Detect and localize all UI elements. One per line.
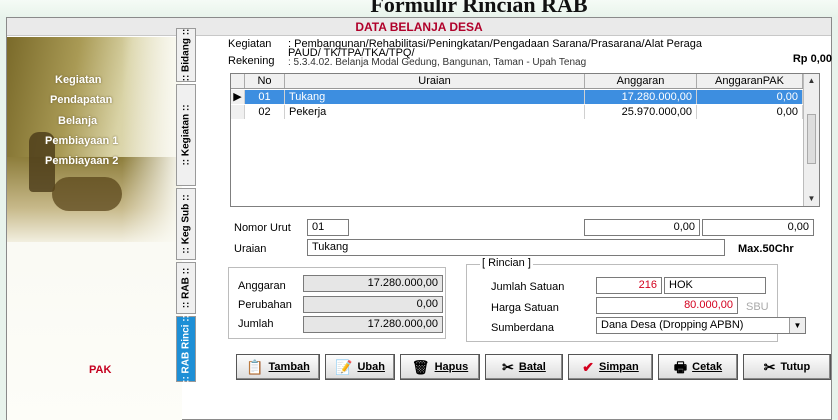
printer-icon: 🖶: [673, 359, 688, 375]
sumberdana-label: Sumberdana: [491, 322, 554, 334]
tab-kegiatan[interactable]: :: Kegiatan ::: [176, 84, 196, 186]
window-title: DATA BELANJA DESA: [7, 18, 831, 36]
tab-rab[interactable]: :: RAB ::: [176, 262, 196, 314]
nomor-urut-input[interactable]: 01: [307, 219, 349, 236]
batal-button[interactable]: ✂ Batal: [485, 354, 563, 380]
jumlah-satuan-label: Jumlah Satuan: [491, 281, 565, 293]
grid-header: No Uraian Anggaran AnggaranPAK: [231, 74, 803, 89]
checkmark-icon: ✔: [582, 359, 594, 375]
menu-pembiayaan-2[interactable]: Pembiayaan 2: [45, 155, 118, 167]
perubahan-label: Perubahan: [238, 299, 292, 311]
amount-box-1[interactable]: 0,00: [584, 219, 700, 236]
cancel-icon: ✂: [502, 359, 514, 375]
amount-box-2[interactable]: 0,00: [702, 219, 814, 236]
scroll-thumb[interactable]: [807, 114, 816, 164]
delete-icon: 🗑: [411, 359, 430, 375]
harga-satuan-input[interactable]: 80.000,00: [596, 297, 738, 314]
scroll-down-icon[interactable]: ▼: [804, 192, 819, 206]
simpan-button[interactable]: ✔ Simpan: [568, 354, 653, 380]
cetak-button[interactable]: 🖶 Cetak: [658, 354, 738, 380]
slide-title: Formulir Rincian RAB: [0, 0, 838, 16]
vertical-tabs: :: Bidang :: :: Kegiatan :: :: Keg Sub :…: [176, 26, 198, 383]
close-icon: ✂: [763, 359, 776, 375]
hapus-button[interactable]: 🗑 Hapus: [400, 354, 480, 380]
tab-rab-rinci[interactable]: :: RAB Rinci ::: [176, 315, 196, 383]
pak-link[interactable]: PAK: [89, 364, 111, 376]
ubah-button[interactable]: 📝 Ubah: [325, 354, 395, 380]
max-chars-label: Max.50Chr: [738, 243, 794, 255]
tab-bidang[interactable]: :: Bidang ::: [176, 28, 196, 82]
left-pane: Kegiatan Pendapatan Belanja Pembiayaan 1…: [7, 37, 182, 420]
jumlah-field: 17.280.000,00: [303, 316, 443, 333]
menu-kegiatan[interactable]: Kegiatan: [55, 74, 101, 86]
jumlah-satuan-input[interactable]: 216: [596, 277, 662, 294]
menu-belanja[interactable]: Belanja: [58, 115, 97, 127]
menu-pendapatan[interactable]: Pendapatan: [50, 94, 112, 106]
anggaran-field: 17.280.000,00: [303, 275, 443, 292]
rincian-legend: [ Rincian ]: [480, 257, 533, 269]
anggaran-label: Anggaran: [238, 280, 286, 292]
sbu-label: SBU: [746, 301, 769, 313]
perubahan-field: 0,00: [303, 296, 443, 313]
sumberdana-select[interactable]: Dana Desa (Dropping APBN) ▼: [596, 317, 806, 334]
edit-icon: 📝: [335, 359, 353, 375]
add-icon: 📋: [246, 359, 264, 375]
scroll-up-icon[interactable]: ▲: [804, 74, 819, 88]
header-no[interactable]: No: [245, 74, 285, 88]
nomor-urut-label: Nomor Urut: [234, 222, 291, 234]
grid-scrollbar[interactable]: ▲ ▼: [803, 74, 819, 206]
uraian-input[interactable]: Tukang: [307, 239, 725, 256]
table-row[interactable]: ▶ 01 Tukang 17.280.000,00 0,00: [231, 90, 803, 104]
menu-pembiayaan-1[interactable]: Pembiayaan 1: [45, 135, 118, 147]
header-anggaranpak[interactable]: AnggaranPAK: [697, 74, 803, 88]
table-row[interactable]: 02 Pekerja 25.970.000,00 0,00: [231, 105, 803, 119]
tutup-button[interactable]: ✂ Tutup: [743, 354, 831, 380]
chevron-down-icon[interactable]: ▼: [789, 318, 805, 333]
row-pointer-icon: ▶: [231, 90, 245, 104]
tab-keg-sub[interactable]: :: Keg Sub ::: [176, 188, 196, 260]
rekening-value: : 5.3.4.02. Belanja Modal Gedung, Bangun…: [288, 57, 587, 68]
jumlah-label: Jumlah: [238, 318, 274, 330]
uraian-label: Uraian: [234, 243, 267, 255]
tambah-button[interactable]: 📋 Tambah: [236, 354, 320, 380]
header-anggaran[interactable]: Anggaran: [585, 74, 697, 88]
satuan-input[interactable]: HOK: [664, 277, 766, 294]
rab-grid[interactable]: No Uraian Anggaran AnggaranPAK ▶ 01 Tuka…: [230, 73, 820, 207]
header-uraian[interactable]: Uraian: [285, 74, 585, 88]
rekening-total: Rp 0,00: [792, 53, 832, 65]
harga-satuan-label: Harga Satuan: [491, 302, 559, 314]
